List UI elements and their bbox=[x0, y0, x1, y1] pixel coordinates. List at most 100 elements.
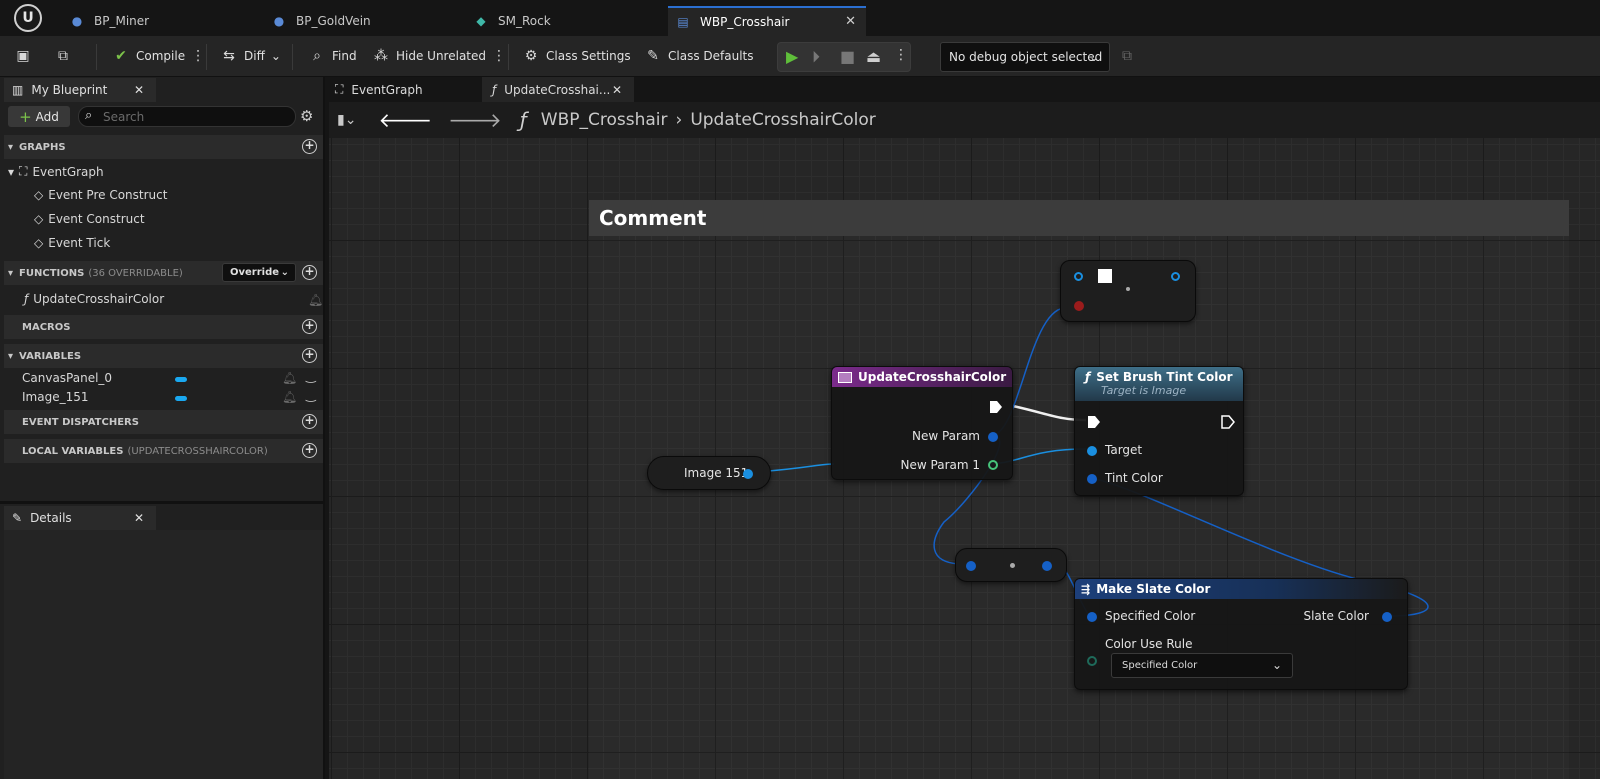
reroute-dot bbox=[1126, 287, 1130, 291]
hide-unrelated-button[interactable]: ⁂ Hide Unrelated ⋮ bbox=[372, 44, 506, 68]
toolbar-divider bbox=[508, 44, 509, 70]
override-dropdown[interactable]: Override ⌄ bbox=[222, 263, 296, 282]
input-pin[interactable] bbox=[1074, 272, 1083, 281]
add-graph-icon[interactable]: + bbox=[302, 139, 317, 154]
diff-button[interactable]: ⇆ Diff ⌄ bbox=[220, 44, 281, 68]
tab-label: BP_GoldVein bbox=[296, 14, 371, 28]
add-function-icon[interactable]: + bbox=[302, 265, 317, 280]
debug-object-label: No debug object selected bbox=[949, 50, 1103, 64]
output-pin[interactable] bbox=[1042, 561, 1052, 571]
panel-splitter[interactable] bbox=[0, 501, 325, 504]
section-functions[interactable]: ▾ FUNCTIONS (36 OVERRIDABLE) Override ⌄ … bbox=[4, 261, 323, 285]
diff-label: Diff bbox=[244, 49, 265, 63]
class-settings-button[interactable]: ⚙ Class Settings bbox=[522, 44, 631, 68]
add-button[interactable]: + Add bbox=[8, 106, 70, 127]
tab-eventgraph[interactable]: ⛶ EventGraph bbox=[325, 77, 475, 102]
stop-icon[interactable]: ■ bbox=[840, 47, 855, 66]
output-pin[interactable] bbox=[988, 460, 998, 470]
hide-unrelated-options-icon[interactable]: ⋮ bbox=[492, 48, 506, 64]
tab-bp-goldvein[interactable]: ● BP_GoldVein bbox=[264, 6, 460, 36]
tree-item-event-construct[interactable]: ◇ Event Construct bbox=[34, 212, 145, 226]
step-icon[interactable]: ⏵ bbox=[812, 47, 820, 67]
class-defaults-button[interactable]: ✎ Class Defaults bbox=[644, 44, 753, 68]
find-button[interactable]: ⌕ Find bbox=[308, 44, 357, 68]
tree-item-event-tick[interactable]: ◇ Event Tick bbox=[34, 236, 110, 250]
close-icon[interactable]: ✕ bbox=[134, 83, 144, 97]
break-color-node[interactable] bbox=[1060, 260, 1196, 322]
section-macros[interactable]: MACROS + bbox=[4, 315, 323, 339]
close-icon[interactable]: ✕ bbox=[134, 511, 144, 525]
input-pin[interactable] bbox=[966, 561, 976, 571]
exec-output-pin[interactable] bbox=[989, 400, 1003, 414]
output-pin[interactable] bbox=[988, 432, 998, 442]
tree-item-event-pre-construct[interactable]: ◇ Event Pre Construct bbox=[34, 188, 167, 202]
eye-icon[interactable]: ‿ bbox=[306, 369, 316, 383]
tab-sm-rock[interactable]: ◆ SM_Rock bbox=[466, 6, 662, 36]
node-title: UpdateCrosshairColor bbox=[858, 370, 1007, 384]
save-button[interactable]: ▣ bbox=[14, 44, 32, 68]
add-macro-icon[interactable]: + bbox=[302, 319, 317, 334]
make-slate-color-node[interactable]: ⇶ Make Slate Color Specified Color Slate… bbox=[1074, 578, 1408, 690]
tree-item-eventgraph[interactable]: ▾ ⛶ EventGraph bbox=[8, 164, 104, 179]
output-pin[interactable] bbox=[1382, 612, 1392, 622]
panel-tab-label: Details bbox=[30, 511, 72, 525]
input-pin[interactable] bbox=[1074, 301, 1084, 311]
color-swatch[interactable] bbox=[1098, 269, 1112, 283]
section-event-dispatchers[interactable]: EVENT DISPATCHERS + bbox=[4, 410, 323, 434]
blueprint-actor-icon: ● bbox=[273, 14, 285, 28]
graph-canvas[interactable]: Comment UpdateCrosshairColor New Param N… bbox=[329, 102, 1600, 779]
static-mesh-icon: ◆ bbox=[476, 14, 486, 28]
tab-my-blueprint[interactable]: ▥ My Blueprint ✕ bbox=[4, 78, 156, 102]
eject-icon[interactable]: ⏏ bbox=[866, 47, 881, 66]
tab-bp-miner[interactable]: ● BP_Miner bbox=[62, 6, 258, 36]
color-use-rule-select[interactable]: Specified Color ⌄ bbox=[1111, 653, 1293, 678]
tab-wbp-crosshair[interactable]: ▤ WBP_Crosshair ✕ bbox=[668, 6, 866, 36]
compile-options-icon[interactable]: ⋮ bbox=[191, 48, 205, 64]
add-local-variable-icon[interactable]: + bbox=[302, 443, 317, 458]
output-pin[interactable] bbox=[743, 469, 753, 479]
exec-output-pin[interactable] bbox=[1221, 415, 1235, 429]
debug-filter-button[interactable]: ⧉ bbox=[1118, 44, 1136, 68]
settings-gear-icon[interactable]: ⚙ bbox=[300, 107, 313, 125]
close-icon[interactable]: ✕ bbox=[612, 83, 622, 97]
variable-item[interactable]: CanvasPanel_0 bbox=[22, 371, 112, 385]
section-local-variables[interactable]: LOCAL VARIABLES (UPDATECROSSHAIRCOLOR) + bbox=[4, 439, 323, 463]
section-graphs[interactable]: ▾ GRAPHS + bbox=[4, 135, 323, 159]
input-pin[interactable] bbox=[1087, 656, 1097, 666]
exec-input-pin[interactable] bbox=[1087, 415, 1101, 429]
section-variables[interactable]: ▾ VARIABLES + bbox=[4, 344, 323, 368]
event-icon: ◇ bbox=[34, 212, 44, 226]
tab-update-crosshair[interactable]: ƒ UpdateCrosshai... ✕ bbox=[482, 77, 634, 102]
play-options-icon[interactable]: ⋮ bbox=[894, 47, 908, 63]
play-icon[interactable]: ▶ bbox=[786, 47, 798, 66]
input-pin[interactable] bbox=[1087, 446, 1097, 456]
output-pin[interactable] bbox=[1171, 272, 1180, 281]
input-pin[interactable] bbox=[1087, 612, 1097, 622]
eye-icon[interactable]: ‿ bbox=[306, 388, 316, 402]
forward-arrow-icon[interactable]: 🡒 bbox=[448, 108, 502, 132]
search-input[interactable]: ⌕ Search bbox=[78, 106, 296, 127]
node-header: ƒ Set Brush Tint Color Target is Image bbox=[1075, 367, 1243, 401]
function-entry-node[interactable]: UpdateCrosshairColor New Param New Param… bbox=[831, 366, 1013, 480]
browse-button[interactable]: ⧉ bbox=[54, 44, 72, 68]
back-arrow-icon[interactable]: 🡐 bbox=[378, 108, 432, 132]
breadcrumb-item[interactable]: UpdateCrosshairColor bbox=[690, 110, 875, 130]
close-icon[interactable]: ✕ bbox=[845, 14, 856, 29]
reroute-node[interactable] bbox=[955, 548, 1067, 582]
debug-object-select[interactable]: No debug object selected ⌄ bbox=[940, 42, 1110, 72]
add-dispatcher-icon[interactable]: + bbox=[302, 414, 317, 429]
input-pin[interactable] bbox=[1087, 474, 1097, 484]
add-variable-icon[interactable]: + bbox=[302, 348, 317, 363]
image-variable-node[interactable]: Image 151 bbox=[647, 456, 771, 490]
pin-label: New Param 1 bbox=[900, 458, 980, 472]
tree-item-function[interactable]: ƒ UpdateCrosshairColor bbox=[24, 292, 164, 306]
breadcrumb-item[interactable]: WBP_Crosshair bbox=[541, 110, 668, 130]
bookmark-icon[interactable]: ▮⌄ bbox=[337, 112, 356, 128]
tab-details[interactable]: ✎ Details ✕ bbox=[4, 506, 156, 530]
set-brush-tint-node[interactable]: ƒ Set Brush Tint Color Target is Image Ta… bbox=[1074, 366, 1244, 496]
variable-item[interactable]: Image_151 bbox=[22, 390, 89, 404]
compile-button[interactable]: ✔ Compile ⋮ bbox=[112, 44, 205, 68]
variable-label: CanvasPanel_0 bbox=[22, 371, 113, 385]
class-defaults-icon: ✎ bbox=[647, 48, 659, 64]
unreal-logo-icon[interactable]: U bbox=[14, 4, 42, 32]
